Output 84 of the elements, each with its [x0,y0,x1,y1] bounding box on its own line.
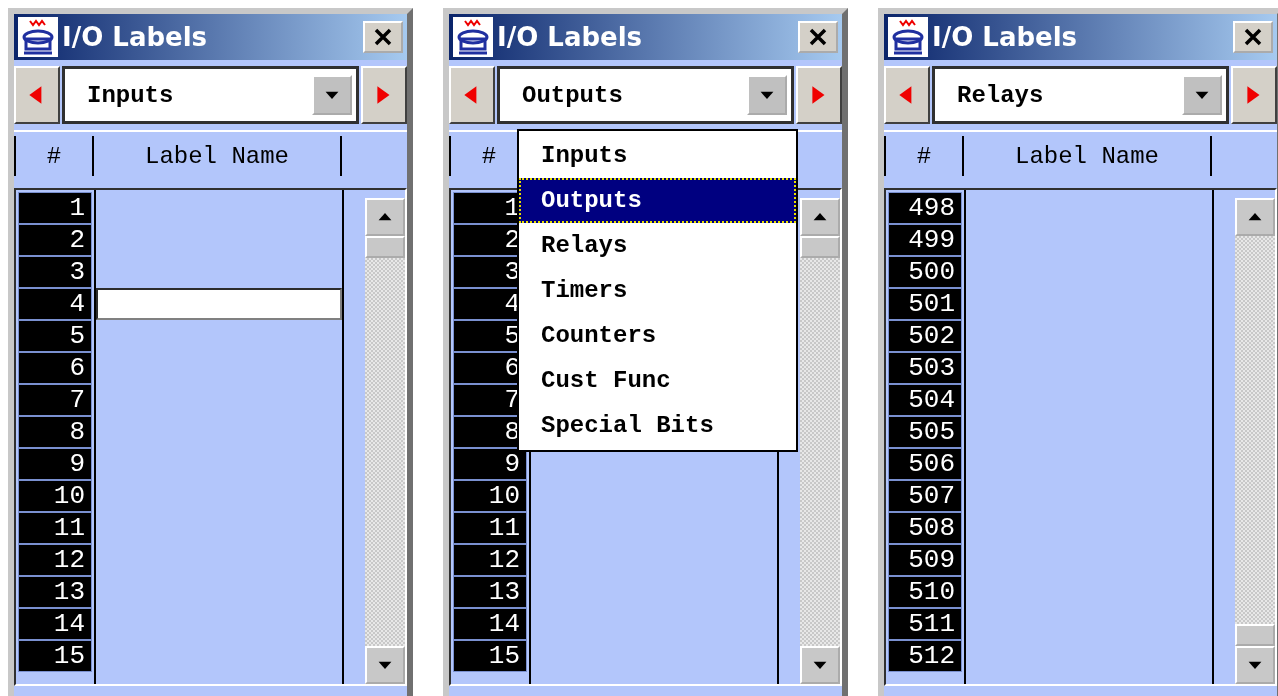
row-number: 504 [888,384,962,416]
window-title: I/O Labels [932,22,1079,52]
row-number: 3 [18,256,92,288]
row-number: 12 [453,544,527,576]
column-header: # [481,142,497,170]
scroll-up-button[interactable] [1235,198,1275,236]
close-icon [1243,27,1263,47]
row-number: 501 [888,288,962,320]
row-number: 1 [18,192,92,224]
scroll-up-button[interactable] [800,198,840,236]
next-button[interactable] [796,66,842,124]
row-number: 6 [18,352,92,384]
previous-button[interactable] [884,66,930,124]
row-number: 15 [453,640,527,672]
row-number: 9 [18,448,92,480]
previous-button[interactable] [14,66,60,124]
row-number: 11 [18,512,92,544]
category-value: Relays [957,81,1045,109]
window-title: I/O Labels [62,22,209,52]
row-number: 10 [453,480,527,512]
row-number: 498 [888,192,962,224]
dropdown-button[interactable] [1182,75,1222,115]
row-number: 9 [453,448,527,480]
row-number: 500 [888,256,962,288]
category-value: Outputs [522,81,624,109]
row-number: 7 [18,384,92,416]
row-number: 508 [888,512,962,544]
row-number: 8 [18,416,92,448]
column-header: Label Name [145,142,289,170]
row-number: 14 [453,608,527,640]
next-button[interactable] [361,66,407,124]
row-number: 10 [18,480,92,512]
row-number: 15 [18,640,92,672]
row-number: 2 [18,224,92,256]
vertical-scrollbar[interactable] [365,198,405,684]
category-dropdown[interactable]: Outputs [497,66,794,124]
next-button[interactable] [1231,66,1277,124]
scroll-down-button[interactable] [800,646,840,684]
row-number: 11 [453,512,527,544]
scrollbar-thumb[interactable] [800,236,840,258]
scrollbar-thumb[interactable] [1235,624,1275,646]
row-number: 5 [18,320,92,352]
close-button[interactable] [1233,21,1273,53]
table-row[interactable]: 4 [16,288,342,320]
row-number: 505 [888,416,962,448]
scroll-up-button[interactable] [365,198,405,236]
row-number: 507 [888,480,962,512]
column-header: # [46,142,62,170]
column-header: Label Name [1015,142,1159,170]
category-dropdown[interactable]: Relays [932,66,1229,124]
window-title: I/O Labels [497,22,644,52]
dropdown-button[interactable] [747,75,787,115]
row-number: 499 [888,224,962,256]
close-button[interactable] [798,21,838,53]
label-input-field[interactable] [96,288,342,320]
close-icon [373,27,393,47]
app-icon [888,17,928,57]
dropdown-button[interactable] [312,75,352,115]
previous-button[interactable] [449,66,495,124]
row-number: 510 [888,576,962,608]
menu-item[interactable]: Outputs [519,178,796,223]
close-button[interactable] [363,21,403,53]
row-number: 13 [18,576,92,608]
vertical-scrollbar[interactable] [1235,198,1275,684]
row-number: 502 [888,320,962,352]
close-icon [808,27,828,47]
app-icon [18,17,58,57]
scrollbar-thumb[interactable] [365,236,405,258]
row-number: 14 [18,608,92,640]
category-dropdown[interactable]: Inputs [62,66,359,124]
column-header: # [916,142,932,170]
scroll-down-button[interactable] [1235,646,1275,684]
row-number: 503 [888,352,962,384]
row-number: 4 [18,288,92,320]
scroll-down-button[interactable] [365,646,405,684]
row-number: 13 [453,576,527,608]
row-number: 512 [888,640,962,672]
category-value: Inputs [87,81,175,109]
vertical-scrollbar[interactable] [800,198,840,684]
row-number: 506 [888,448,962,480]
row-number: 511 [888,608,962,640]
row-number: 12 [18,544,92,576]
row-number: 509 [888,544,962,576]
app-icon [453,17,493,57]
